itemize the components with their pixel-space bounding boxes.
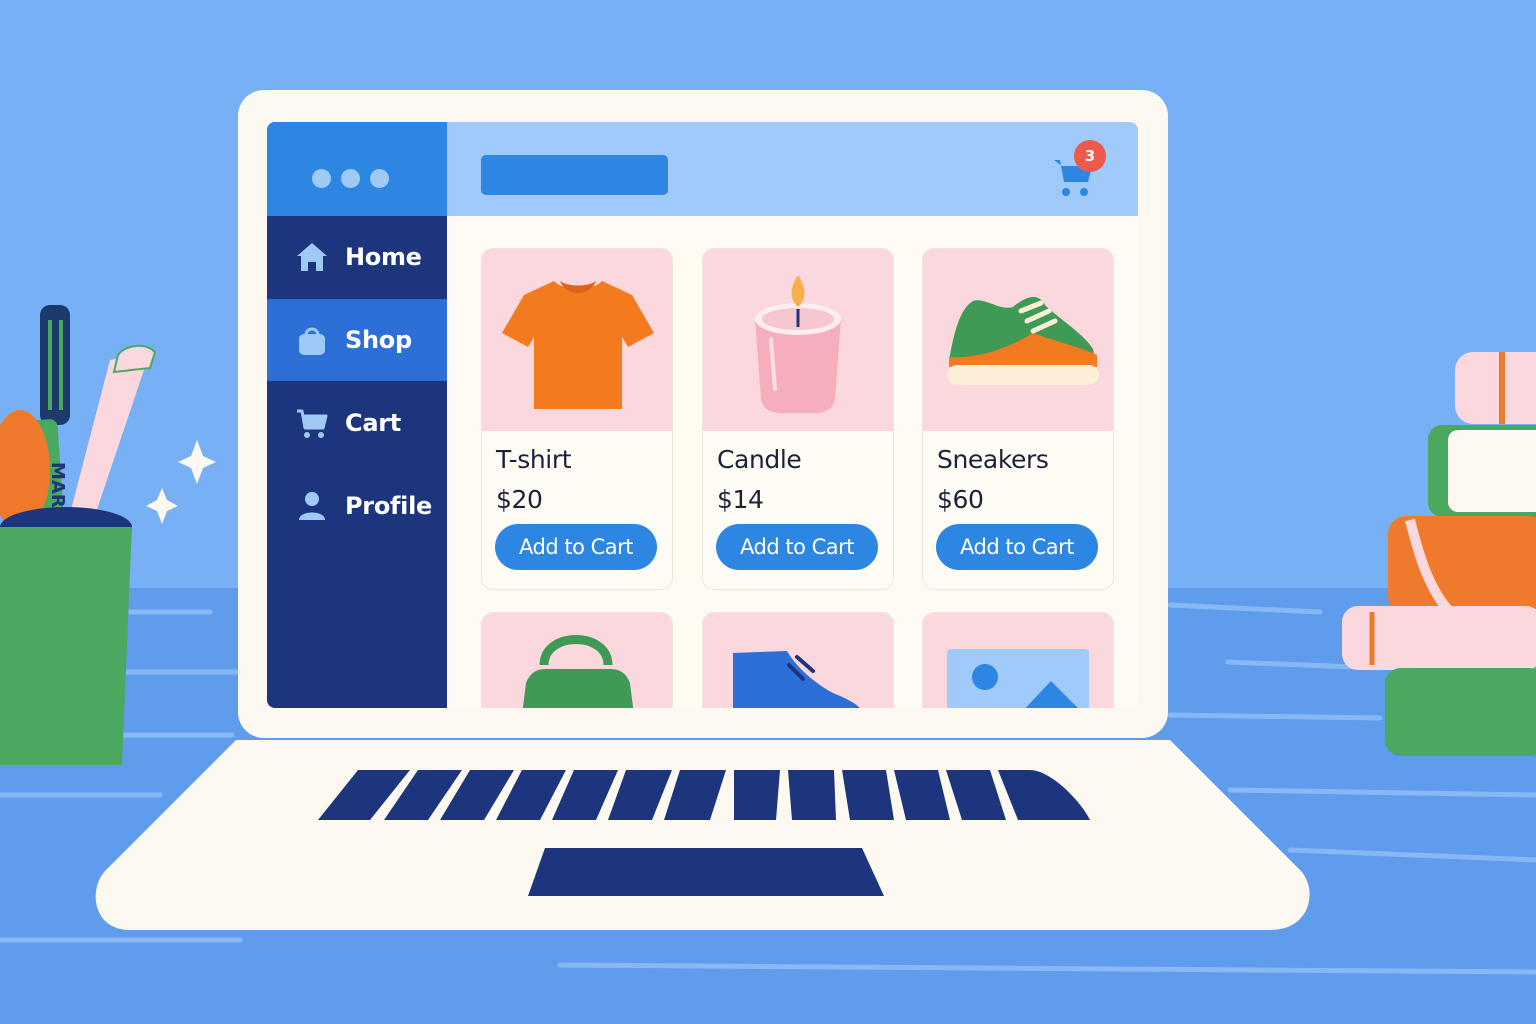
- add-to-cart-button[interactable]: Add to Cart: [716, 524, 878, 570]
- user-icon: [299, 492, 325, 520]
- product-image: [703, 613, 893, 708]
- product-card-handbag[interactable]: [481, 612, 673, 708]
- product-price: $14: [717, 485, 764, 514]
- product-image: [703, 249, 893, 431]
- product-image: [923, 613, 1113, 708]
- sidebar-item-shop[interactable]: Shop: [267, 299, 447, 381]
- trackpad: [528, 848, 884, 896]
- sidebar-header: [267, 122, 447, 216]
- sneaker-icon: [947, 296, 1099, 385]
- shopping-bag-icon: [299, 327, 325, 355]
- sidebar-item-label: Home: [345, 243, 422, 271]
- handbag-icon: [522, 635, 634, 708]
- cart-icon: [297, 409, 328, 438]
- product-grid: T-shirt $20 Add to Cart Candle $14 Add t…: [447, 216, 1138, 708]
- candle-icon: [755, 275, 841, 413]
- tshirt-icon: [502, 281, 654, 409]
- sidebar-item-cart[interactable]: Cart: [267, 382, 447, 464]
- add-to-cart-button[interactable]: Add to Cart: [495, 524, 657, 570]
- product-card-candle[interactable]: Candle $14 Add to Cart: [702, 248, 894, 590]
- cup-body: [0, 525, 132, 765]
- sparkle-icon: [146, 488, 178, 524]
- boot-icon: [733, 651, 860, 708]
- laptop-base: [95, 740, 1310, 930]
- product-image: [482, 249, 672, 431]
- window-dot-icon[interactable]: [370, 169, 389, 188]
- product-price: $20: [496, 485, 543, 514]
- cart-count-badge: 3: [1074, 140, 1106, 172]
- image-placeholder-icon: [947, 649, 1089, 708]
- product-card-sneakers[interactable]: Sneakers $60 Add to Cart: [922, 248, 1114, 590]
- product-card-placeholder[interactable]: [922, 612, 1114, 708]
- window-dot-icon[interactable]: [341, 169, 360, 188]
- sidebar-item-profile[interactable]: Profile: [267, 465, 447, 547]
- sidebar-item-home[interactable]: Home: [267, 216, 447, 298]
- sidebar: Home Shop Cart Profile: [267, 122, 447, 708]
- top-bar: 3: [447, 122, 1138, 216]
- product-title: T-shirt: [496, 445, 572, 474]
- sidebar-item-label: Shop: [345, 326, 412, 354]
- app-window: Home Shop Cart Profile 3 T-shirt $20 Add…: [267, 122, 1138, 708]
- marker-cap: [40, 305, 70, 425]
- window-controls: [312, 169, 389, 188]
- sparkle-icon: [178, 440, 216, 484]
- product-card-tshirt[interactable]: T-shirt $20 Add to Cart: [481, 248, 673, 590]
- product-image: [482, 613, 672, 708]
- cart-button[interactable]: 3: [1052, 140, 1112, 204]
- home-icon: [297, 243, 327, 271]
- product-price: $60: [937, 485, 984, 514]
- product-title: Sneakers: [937, 445, 1049, 474]
- marker-label: MARK: [47, 462, 68, 523]
- sidebar-item-label: Cart: [345, 409, 401, 437]
- product-card-boot[interactable]: [702, 612, 894, 708]
- add-to-cart-button[interactable]: Add to Cart: [936, 524, 1098, 570]
- product-image: [923, 249, 1113, 431]
- sidebar-item-label: Profile: [345, 492, 432, 520]
- search-bar[interactable]: [481, 155, 668, 195]
- product-title: Candle: [717, 445, 802, 474]
- window-dot-icon[interactable]: [312, 169, 331, 188]
